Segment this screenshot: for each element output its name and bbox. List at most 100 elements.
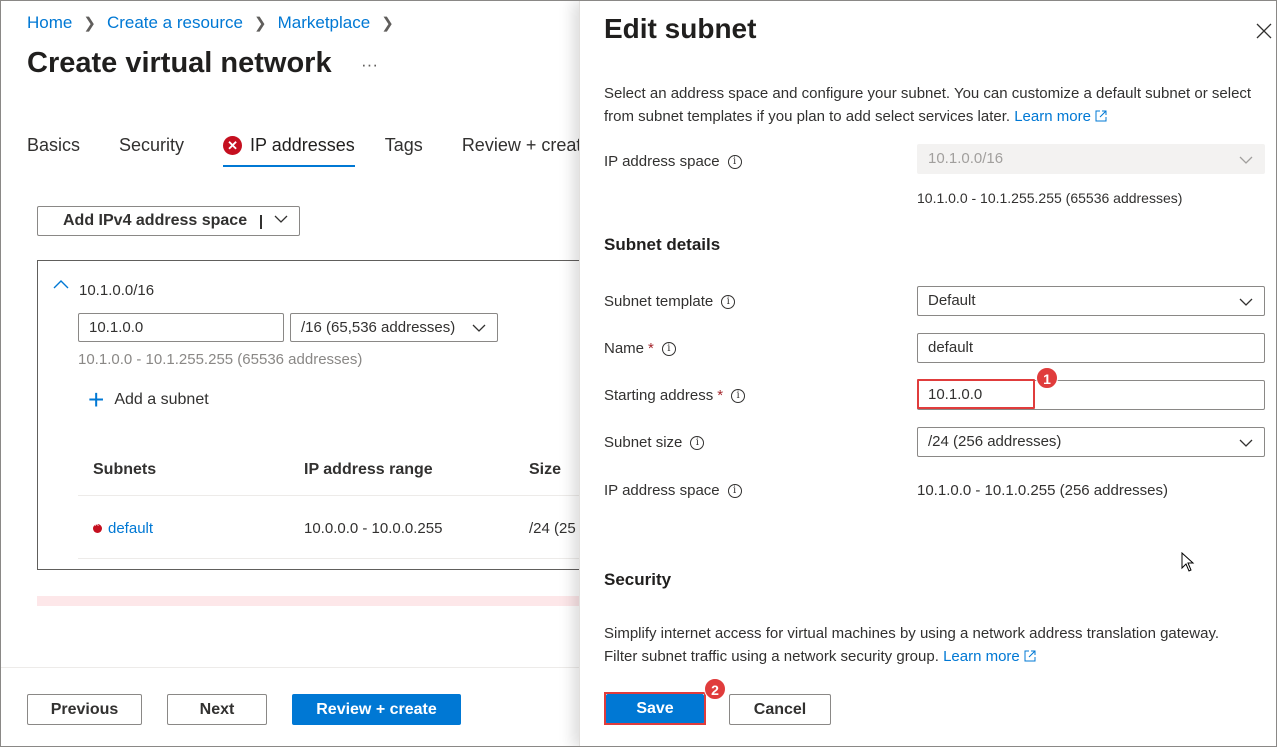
tab-tags[interactable]: Tags [385,131,423,167]
error-banner [37,596,597,606]
chevron-down-icon [472,324,486,332]
chevron-down-icon [1239,156,1253,164]
address-range-hint: 10.1.0.0 - 10.1.255.255 (65536 addresses… [78,351,363,368]
info-icon[interactable]: i [727,154,742,169]
tab-security[interactable]: Security [119,131,184,167]
column-header-size: Size [529,461,562,478]
chevron-down-icon[interactable] [273,211,289,227]
tab-bar: Basics Security ✕ IP addresses Tags Revie… [27,131,630,167]
subnet-size-select[interactable]: /24 (256 addresses) [917,427,1265,457]
table-divider [78,495,598,496]
previous-button[interactable]: Previous [27,694,142,725]
add-subnet-button[interactable]: + Add a subnet [88,384,209,415]
info-icon[interactable]: i [690,435,705,450]
label-text: IP address space [604,482,720,499]
info-icon[interactable]: i [731,388,746,403]
error-circle-icon [93,519,102,533]
add-subnet-label: Add a subnet [114,391,209,408]
tab-label: Review + create [461,135,592,155]
label-text: Subnet template [604,293,714,310]
create-vnet-page: Home ❯ Create a resource ❯ Marketplace ❯… [1,1,598,746]
breadcrumb-home[interactable]: Home [27,13,72,33]
close-icon[interactable] [1256,23,1272,39]
highlight-starting-address [917,379,1035,409]
chevron-down-icon [1239,439,1253,447]
step-badge-2: 2 [704,678,726,700]
label-text: IP address space [604,153,720,170]
ip-space-label: IP address space i [604,153,742,170]
info-icon[interactable]: i [727,483,742,498]
tab-label: Basics [27,135,81,155]
chevron-right-icon: ❯ [254,15,267,32]
tab-ip-addresses[interactable]: ✕ IP addresses [223,131,355,167]
address-size-select[interactable]: /16 (65,536 addresses) [290,313,498,342]
chevron-up-icon[interactable] [52,277,70,291]
tab-label: Tags [384,135,423,155]
column-header-subnets: Subnets [93,461,157,478]
label-text: Subnet size [604,434,683,451]
description-text: Select an address space and configure yo… [604,85,1252,125]
add-address-space-button[interactable]: Add IPv4 address space [37,206,300,236]
step-badge-1: 1 [1036,367,1058,389]
breadcrumb-marketplace[interactable]: Marketplace [278,13,371,33]
name-input[interactable]: default [917,333,1265,363]
learn-more-label: Learn more [1014,108,1091,125]
chevron-right-icon: ❯ [381,15,394,32]
security-description: Simplify internet access for virtual mac… [604,622,1244,668]
address-space-title: 10.1.0.0/16 [79,282,155,299]
split-divider [260,215,262,229]
subnet-template-select[interactable]: Default [917,286,1265,316]
tab-basics[interactable]: Basics [27,131,80,167]
subnet-size-label: Subnet size i [604,434,705,451]
subnet-range: 10.0.0.0 - 10.0.0.255 [304,520,443,537]
subnet-link-default[interactable]: default [93,519,154,537]
panel-description: Select an address space and configure yo… [604,82,1264,128]
address-size-value: /16 (65,536 addresses) [301,319,456,336]
breadcrumb: Home ❯ Create a resource ❯ Marketplace ❯ [27,13,405,33]
security-text: Simplify internet access for virtual mac… [604,625,1220,665]
learn-more-link[interactable]: Learn more [1014,108,1107,125]
subnet-size: /24 (25 [529,520,576,537]
info-icon[interactable]: i [661,341,676,356]
external-link-icon [1095,110,1107,122]
edit-subnet-panel: Edit subnet Select an address space and … [579,1,1276,746]
template-value: Default [928,292,976,309]
subnet-template-label: Subnet template i [604,293,736,310]
app-window: Home ❯ Create a resource ❯ Marketplace ❯… [0,0,1277,747]
label-text: Starting address [604,387,714,404]
subnet-space-label: IP address space i [604,482,742,499]
chevron-down-icon [1239,298,1253,306]
name-label: Name * i [604,340,676,357]
panel-title: Edit subnet [604,13,757,44]
breadcrumb-create-resource[interactable]: Create a resource [107,13,243,33]
address-start-input[interactable]: 10.1.0.0 [78,313,284,342]
column-header-ip-range: IP address range [304,461,433,478]
starting-address-label: Starting address * i [604,387,746,404]
learn-more-label: Learn more [943,648,1020,665]
label-text: Name [604,340,645,357]
subnet-space-value: 10.1.0.0 - 10.1.0.255 (256 addresses) [917,482,1169,499]
tab-review-create[interactable]: Review + create [462,131,592,167]
add-address-space-label: Add IPv4 address space [63,212,248,229]
chevron-right-icon: ❯ [83,15,96,32]
plus-icon: + [88,384,105,415]
security-learn-more-link[interactable]: Learn more [943,648,1036,665]
info-icon[interactable]: i [721,294,736,309]
required-mark: * [717,387,724,404]
ip-space-select: 10.1.0.0/16 [917,144,1265,174]
footer-divider [1,667,579,668]
more-options-icon[interactable]: ··· [361,55,378,75]
table-divider [78,558,598,559]
subnet-name: default [108,520,154,537]
review-create-button[interactable]: Review + create [292,694,461,725]
tab-label: IP addresses [250,135,355,155]
security-heading: Security [604,570,672,589]
cancel-button[interactable]: Cancel [729,694,831,725]
next-button[interactable]: Next [167,694,267,725]
page-title: Create virtual network [27,47,332,79]
ip-space-value: 10.1.0.0/16 [928,150,1004,167]
error-circle-icon: ✕ [223,136,243,155]
tab-label: Security [119,135,185,155]
size-value: /24 (256 addresses) [928,433,1062,450]
required-mark: * [648,340,654,357]
